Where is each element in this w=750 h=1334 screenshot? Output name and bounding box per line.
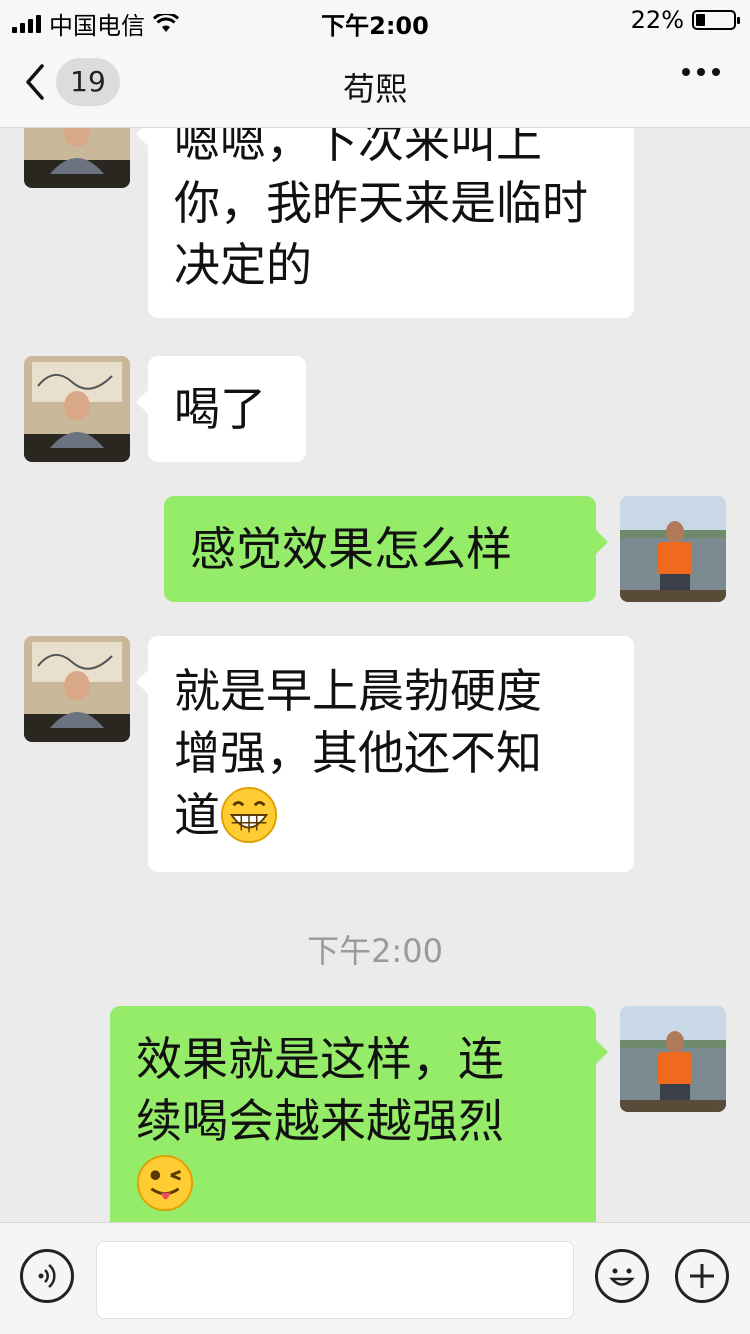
my-avatar[interactable]: [620, 1006, 726, 1112]
status-bar: 中国电信 下午2:00 22%: [0, 0, 750, 40]
message-text: 嗯嗯，下次来叫上你，我昨天来是临时决定的: [174, 128, 588, 292]
contact-avatar[interactable]: [24, 356, 130, 462]
winking-tongue-face-emoji: [136, 1154, 194, 1212]
chat-title: 苟熙: [342, 70, 407, 108]
more-icon[interactable]: [682, 68, 720, 76]
voice-icon[interactable]: [20, 1249, 74, 1303]
contact-avatar[interactable]: [24, 636, 130, 742]
contact-avatar[interactable]: [24, 128, 130, 188]
message-bubble-incoming[interactable]: 嗯嗯，下次来叫上你，我昨天来是临时决定的: [136, 128, 634, 318]
message-text: 喝了: [174, 382, 266, 436]
chat-message-list[interactable]: 嗯嗯，下次来叫上你，我昨天来是临时决定的 喝了 感觉效果怎么样 就是早上晨勃硬度…: [0, 128, 750, 1222]
message-text-line: 续喝会越来越强烈: [136, 1094, 504, 1148]
status-right: 22%: [630, 6, 740, 34]
nav-bar: 19 苟熙: [0, 40, 750, 128]
message-bubble-incoming[interactable]: 喝了: [136, 356, 306, 462]
grinning-face-emoji: [220, 786, 278, 844]
emoji-icon[interactable]: [595, 1249, 649, 1303]
my-avatar[interactable]: [620, 496, 726, 602]
message-text-line: 就是早上晨勃硬度: [174, 664, 542, 718]
message-bubble-outgoing[interactable]: 效果就是这样，连 续喝会越来越强烈: [110, 1006, 608, 1222]
battery-icon: [692, 10, 740, 30]
input-bar: [0, 1222, 750, 1334]
message-text: 感觉效果怎么样: [190, 522, 512, 576]
battery-percent: 22%: [630, 6, 684, 34]
message-text-line: [136, 1152, 570, 1214]
message-text-line: 道: [174, 784, 608, 846]
message-timestamp: 下午2:00: [307, 932, 443, 970]
plus-icon[interactable]: [675, 1249, 729, 1303]
message-bubble-incoming[interactable]: 就是早上晨勃硬度 增强，其他还不知 道: [136, 636, 634, 872]
message-bubble-outgoing[interactable]: 感觉效果怎么样: [164, 496, 608, 602]
message-text-line: 增强，其他还不知: [174, 726, 542, 780]
message-text-line: 效果就是这样，连: [136, 1032, 504, 1086]
message-input[interactable]: [96, 1241, 574, 1319]
